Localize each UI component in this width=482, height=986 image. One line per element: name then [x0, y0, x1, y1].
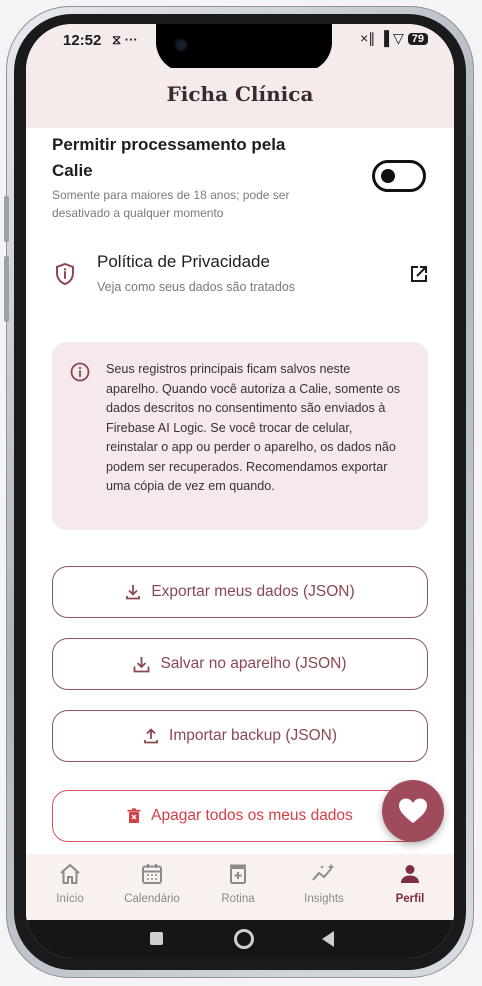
nav-item-rotina[interactable]: Rotina	[198, 862, 278, 905]
phone-frame: 12:52 ⧖ ··· ×∥ ▐ ▽ 79 Ficha Clínica Perm…	[4, 6, 474, 978]
nav-label-perfil: Perfil	[395, 893, 425, 905]
nav-item-calendario[interactable]: Calendário	[112, 862, 192, 905]
consent-toggle[interactable]	[372, 160, 426, 192]
volume-button	[4, 196, 9, 242]
profile-content: Permitir processamento pela Calie Soment…	[26, 128, 454, 854]
toggle-knob	[381, 169, 395, 183]
nav-item-insights[interactable]: Insights	[284, 862, 364, 905]
info-icon	[70, 362, 90, 382]
import-backup-button[interactable]: Importar backup (JSON)	[52, 710, 428, 762]
insights-icon	[312, 863, 335, 881]
consent-subtitle-line2: desativado a qualquer momento	[52, 206, 224, 220]
info-text: Seus registros principais ficam salvos n…	[106, 362, 401, 493]
home-icon	[60, 864, 80, 884]
export-data-label: Exportar meus dados (JSON)	[151, 583, 355, 600]
nav-item-inicio[interactable]: Início	[30, 862, 110, 905]
screen: 12:52 ⧖ ··· ×∥ ▐ ▽ 79 Ficha Clínica Perm…	[26, 24, 454, 958]
battery-icon: 79	[407, 32, 428, 45]
save-device-button[interactable]: Salvar no aparelho (JSON)	[52, 638, 428, 690]
delete-data-label: Apagar todos os meus dados	[151, 807, 353, 824]
privacy-policy-row[interactable]: Política de Privacidade Veja como seus d…	[26, 248, 454, 304]
consent-subtitle-line1: Somente para maiores de 18 anos; pode se…	[52, 188, 290, 202]
signal-icon: ×∥ ▐ ▽	[360, 30, 404, 46]
privacy-subtitle: Veja como seus dados são tratados	[97, 280, 296, 294]
page-title: Ficha Clínica	[166, 82, 314, 106]
nav-label-insights: Insights	[304, 893, 344, 905]
calendar-icon	[142, 864, 162, 884]
status-left-icons: ⧖ ···	[112, 32, 138, 47]
status-icons: ×∥ ▐ ▽ 79	[360, 30, 428, 47]
status-time: 12:52	[63, 32, 102, 49]
nav-label-calendario: Calendário	[124, 893, 180, 905]
heart-icon	[399, 798, 427, 823]
consent-row[interactable]: Permitir processamento pela Calie Soment…	[26, 128, 454, 238]
open-external-icon[interactable]	[410, 265, 428, 283]
camera-icon	[176, 40, 186, 50]
save-device-label: Salvar no aparelho (JSON)	[160, 655, 347, 672]
notch	[156, 24, 332, 72]
upload-icon	[144, 728, 158, 744]
back-icon[interactable]	[322, 931, 334, 947]
status-bar: 12:52 ⧖ ··· ×∥ ▐ ▽ 79	[26, 24, 454, 72]
system-nav-bar	[26, 920, 454, 958]
bottom-navigation: Início Calendário Rotina Insights Perfil	[26, 854, 454, 920]
consent-title-line1: Permitir processamento pela	[52, 135, 286, 154]
consent-title-line2: Calie	[52, 161, 93, 180]
nav-label-rotina: Rotina	[221, 893, 255, 905]
save-to-device-icon	[134, 656, 150, 672]
delete-data-button[interactable]: Apagar todos os meus dados	[52, 790, 428, 842]
download-icon	[126, 585, 141, 600]
export-data-button[interactable]: Exportar meus dados (JSON)	[52, 566, 428, 618]
import-backup-label: Importar backup (JSON)	[169, 727, 337, 744]
nav-item-perfil[interactable]: Perfil	[370, 862, 450, 905]
trash-icon	[127, 808, 141, 823]
app-header: Ficha Clínica	[26, 68, 454, 128]
recent-apps-icon[interactable]	[150, 932, 163, 945]
nav-label-inicio: Início	[56, 893, 84, 905]
power-button	[4, 256, 9, 322]
privacy-title: Política de Privacidade	[97, 252, 270, 271]
home-circle-icon[interactable]	[234, 929, 254, 949]
favorite-fab[interactable]	[382, 780, 444, 842]
shield-icon	[56, 262, 74, 286]
medkit-icon	[230, 864, 246, 884]
person-icon	[401, 865, 419, 883]
info-box: Seus registros principais ficam salvos n…	[52, 342, 428, 530]
